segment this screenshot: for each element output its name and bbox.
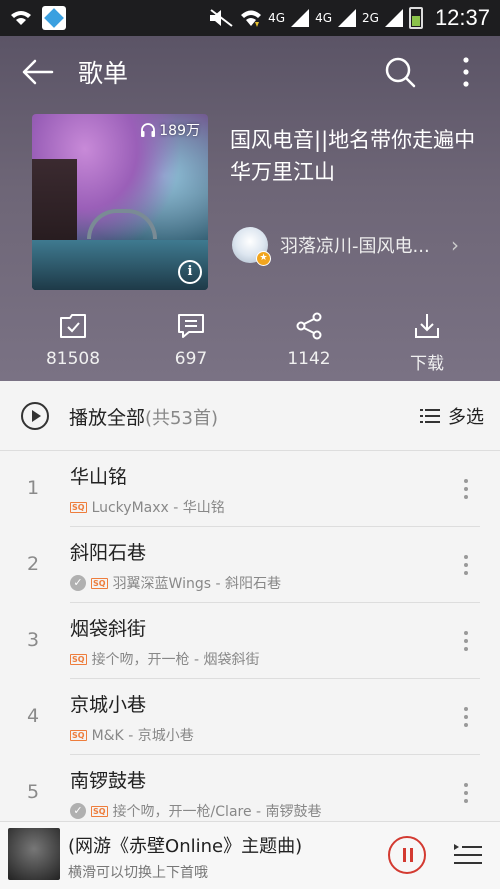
vip-badge-icon: ★ xyxy=(256,251,271,266)
multi-select-label: 多选 xyxy=(448,407,484,428)
song-meta: SQ M&K - 京城小巷 xyxy=(70,725,194,745)
song-meta: SQ 接个吻，开一枪 - 烟袋斜街 xyxy=(70,649,260,669)
comment-button[interactable]: 697 xyxy=(132,311,250,374)
comment-icon xyxy=(178,314,204,338)
playlist-cover[interactable]: 189万 i xyxy=(32,114,208,290)
song-title: 斜阳石巷 xyxy=(70,542,147,564)
play-circle-icon[interactable] xyxy=(20,401,50,431)
headphones-icon xyxy=(141,123,156,137)
song-index: 4 xyxy=(27,705,40,727)
cover-art-bridge xyxy=(87,209,157,239)
playlist-title: 国风电音||地名带你走遍中华万里江山 xyxy=(230,128,476,184)
battery-icon xyxy=(408,7,423,29)
song-title: 南锣鼓巷 xyxy=(70,770,147,792)
share-button[interactable]: 1142 xyxy=(250,311,368,374)
collect-count: 81508 xyxy=(45,349,101,369)
signal-icon xyxy=(338,9,356,27)
song-count: (共53首) xyxy=(145,408,218,429)
song-title: 烟袋斜街 xyxy=(70,618,147,640)
song-artist-album: LuckyMaxx - 华山铭 xyxy=(91,500,225,516)
song-index: 5 xyxy=(27,781,40,803)
sq-quality-badge: SQ xyxy=(70,653,87,665)
song-meta: ✓ SQ 羽翼深蓝Wings - 斜阳石巷 xyxy=(70,573,281,593)
network-type-2: 4G xyxy=(315,11,332,25)
sq-quality-badge: SQ xyxy=(91,805,108,817)
play-count-value: 189万 xyxy=(159,123,200,139)
song-title: 京城小巷 xyxy=(70,694,147,716)
song-row[interactable]: 2 斜阳石巷 ✓ SQ 羽翼深蓝Wings - 斜阳石巷 xyxy=(0,527,500,603)
download-button[interactable]: 下载 xyxy=(368,311,486,374)
more-vertical-icon[interactable] xyxy=(458,477,474,501)
more-vertical-icon[interactable] xyxy=(458,705,474,729)
song-artist-album: 羽翼深蓝Wings - 斜阳石巷 xyxy=(112,576,281,592)
download-label: 下载 xyxy=(410,354,444,374)
downloaded-check-icon: ✓ xyxy=(70,575,86,591)
share-count: 1142 xyxy=(287,349,331,369)
signal-icon xyxy=(384,9,403,27)
arrow-left-icon[interactable] xyxy=(20,54,56,90)
downloaded-check-icon: ✓ xyxy=(70,803,86,819)
song-meta: ✓ SQ 接个吻，开一枪/Clare - 南锣鼓巷 xyxy=(70,801,322,821)
song-meta: SQ LuckyMaxx - 华山铭 xyxy=(70,497,225,517)
song-index: 1 xyxy=(27,477,40,499)
play-all-bar[interactable]: 播放全部(共53首) 多选 xyxy=(0,381,500,451)
song-artist-album: M&K - 京城小巷 xyxy=(91,728,194,744)
song-list: 播放全部(共53首) 多选 1 华山铭 SQ LuckyMaxx - 华山铭 2… xyxy=(0,381,500,831)
creator-link[interactable]: ★ 羽落凉川-国风电... › xyxy=(232,227,459,266)
song-row[interactable]: 4 京城小巷 SQ M&K - 京城小巷 xyxy=(0,679,500,755)
song-artist-album: 接个吻，开一枪/Clare - 南锣鼓巷 xyxy=(112,804,322,820)
more-vertical-icon[interactable] xyxy=(458,629,474,653)
network-type-1: 4G xyxy=(268,11,286,25)
more-vertical-icon[interactable] xyxy=(458,553,474,577)
top-bar: 歌单 xyxy=(0,36,500,106)
app-icon xyxy=(42,6,66,30)
share-icon xyxy=(296,312,322,340)
playlist-actions: 81508 697 1142 下载 xyxy=(0,311,500,374)
clock: 12:37 xyxy=(434,5,490,30)
status-bar: 4G 4G 2G 12:37 xyxy=(0,0,500,36)
network-type-3: 2G xyxy=(362,11,379,25)
comment-count: 697 xyxy=(174,349,208,369)
more-vertical-icon[interactable] xyxy=(458,781,474,805)
info-icon[interactable]: i xyxy=(178,260,202,284)
search-icon[interactable] xyxy=(384,56,416,88)
more-vertical-icon[interactable] xyxy=(455,54,477,90)
favorite-folder-icon xyxy=(60,314,86,338)
song-artist-album: 接个吻，开一枪 - 烟袋斜街 xyxy=(91,652,260,668)
song-title: 华山铭 xyxy=(70,466,128,488)
chevron-right-icon: › xyxy=(451,233,459,257)
now-playing-cover[interactable] xyxy=(8,828,60,880)
download-icon xyxy=(415,314,439,338)
page-title: 歌单 xyxy=(78,59,129,88)
song-row[interactable]: 1 华山铭 SQ LuckyMaxx - 华山铭 xyxy=(0,451,500,527)
playlist-queue-icon[interactable] xyxy=(453,842,483,868)
song-index: 2 xyxy=(27,553,40,575)
playlist-header: 歌单 189万 i 国风电音||地名带你走遍中华万里江山 ★ 羽落凉川-国风电.… xyxy=(0,36,500,381)
mute-icon xyxy=(210,9,233,27)
play-count: 189万 xyxy=(140,120,200,140)
song-row[interactable]: 5 南锣鼓巷 ✓ SQ 接个吻，开一枪/Clare - 南锣鼓巷 xyxy=(0,755,500,831)
multi-select-button[interactable]: 多选 xyxy=(420,403,484,429)
sq-quality-badge: SQ xyxy=(70,729,87,741)
collect-button[interactable]: 81508 xyxy=(14,311,132,374)
sq-quality-badge: SQ xyxy=(91,577,108,589)
mini-player[interactable]: (网游《赤壁Online》主题曲) 横滑可以切换上下首哦 xyxy=(0,821,500,889)
pause-button[interactable] xyxy=(388,836,426,874)
wifi-icon xyxy=(11,11,31,25)
signal-icon xyxy=(291,9,310,27)
now-playing-title: (网游《赤壁Online》主题曲) xyxy=(68,836,303,857)
list-icon xyxy=(420,409,440,423)
play-all-text: 播放全部 xyxy=(69,407,146,429)
creator-name: 羽落凉川-国风电... xyxy=(280,236,430,257)
sq-quality-badge: SQ xyxy=(70,501,87,513)
song-index: 3 xyxy=(27,629,40,651)
wifi-signal-icon xyxy=(241,10,262,27)
swipe-hint: 横滑可以切换上下首哦 xyxy=(68,865,208,881)
play-all-label[interactable]: 播放全部(共53首) xyxy=(69,403,218,430)
song-row[interactable]: 3 烟袋斜街 SQ 接个吻，开一枪 - 烟袋斜街 xyxy=(0,603,500,679)
avatar: ★ xyxy=(232,227,271,266)
